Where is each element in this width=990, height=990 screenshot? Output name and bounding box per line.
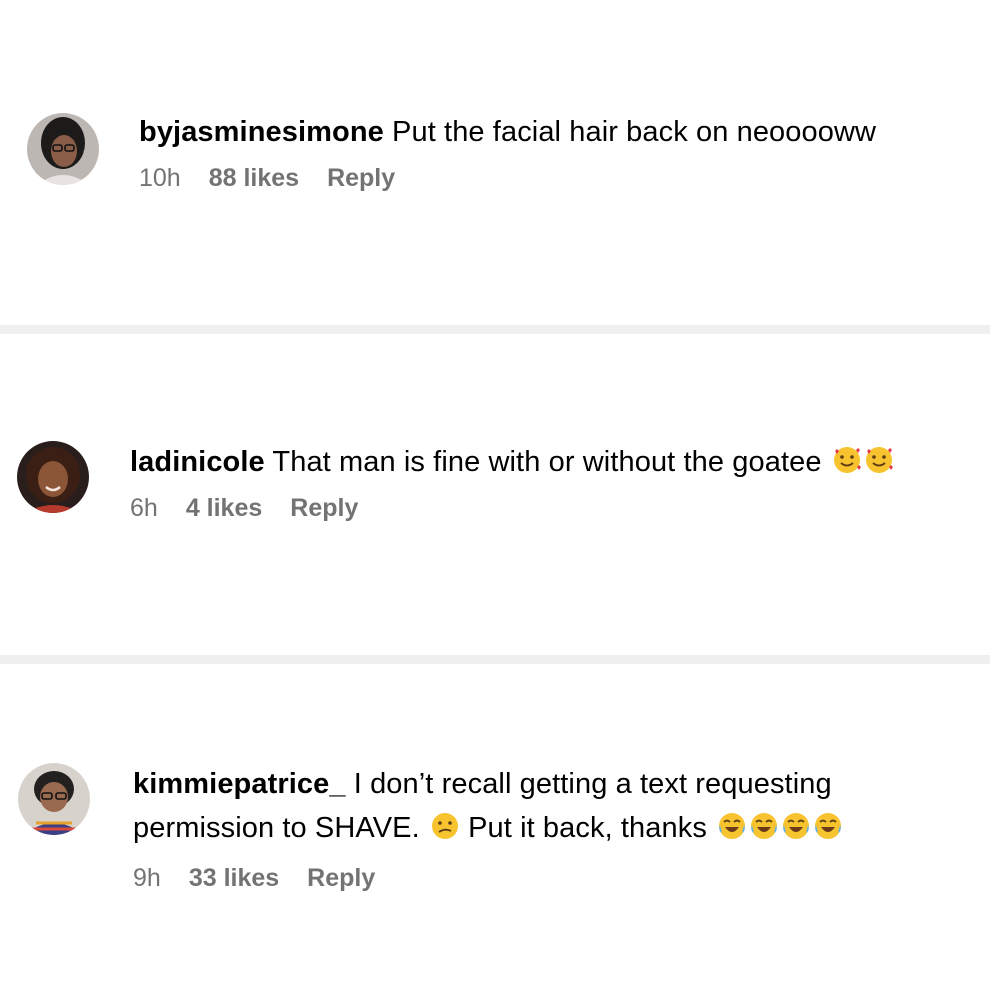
- comment-body: byjasminesimone Put the facial hair back…: [139, 110, 876, 193]
- smiling-face-with-hearts-icon: [832, 445, 862, 475]
- comment-meta: 6h 4 likes Reply: [130, 494, 894, 523]
- comment-text: ladinicole That man is fine with or with…: [130, 440, 894, 484]
- comment-panel-2: ladinicole That man is fine with or with…: [0, 334, 990, 655]
- comment-panel-3: kimmiepatrice_ I don’t recall getting a …: [0, 664, 990, 990]
- reply-button[interactable]: Reply: [290, 494, 358, 523]
- comment-meta: 9h 33 likes Reply: [133, 864, 843, 893]
- face-with-tears-of-joy-icon: [781, 811, 811, 841]
- comment-body: ladinicole That man is fine with or with…: [130, 440, 894, 523]
- likes-count[interactable]: 88 likes: [209, 164, 299, 193]
- avatar[interactable]: [18, 763, 90, 835]
- comment-text: byjasminesimone Put the facial hair back…: [139, 110, 876, 154]
- avatar[interactable]: [27, 113, 99, 185]
- comment-text-line2: permission to SHAVE. Put it back, thanks: [133, 806, 843, 850]
- comment-text: kimmiepatrice_ I don’t recall getting a …: [133, 762, 843, 806]
- timestamp[interactable]: 9h: [133, 864, 161, 893]
- comment-panel-1: byjasminesimone Put the facial hair back…: [0, 0, 990, 325]
- face-with-tears-of-joy-icon: [749, 811, 779, 841]
- comment-message-line2a: permission to SHAVE.: [133, 812, 420, 844]
- likes-count[interactable]: 4 likes: [186, 494, 262, 523]
- likes-count[interactable]: 33 likes: [189, 864, 279, 893]
- reply-button[interactable]: Reply: [327, 164, 395, 193]
- divider: [0, 655, 990, 664]
- comment-body: kimmiepatrice_ I don’t recall getting a …: [133, 762, 843, 893]
- comment-meta: 10h 88 likes Reply: [139, 164, 876, 193]
- reply-button[interactable]: Reply: [307, 864, 375, 893]
- face-with-tears-of-joy-icon: [813, 811, 843, 841]
- face-with-tears-of-joy-icon: [717, 811, 747, 841]
- avatar[interactable]: [17, 441, 89, 513]
- username[interactable]: byjasminesimone: [139, 116, 384, 148]
- confused-face-icon: [430, 811, 460, 841]
- timestamp[interactable]: 6h: [130, 494, 158, 523]
- comment-message: Put the facial hair back on neooooww: [392, 116, 877, 148]
- timestamp[interactable]: 10h: [139, 164, 181, 193]
- smiling-face-with-hearts-icon: [864, 445, 894, 475]
- comment-message-line2b: Put it back, thanks: [468, 812, 707, 844]
- username[interactable]: ladinicole: [130, 446, 265, 478]
- username[interactable]: kimmiepatrice_: [133, 768, 346, 800]
- comment-message-line1: I don’t recall getting a text requesting: [353, 768, 832, 800]
- divider: [0, 325, 990, 334]
- comment-message: That man is fine with or without the goa…: [272, 446, 822, 478]
